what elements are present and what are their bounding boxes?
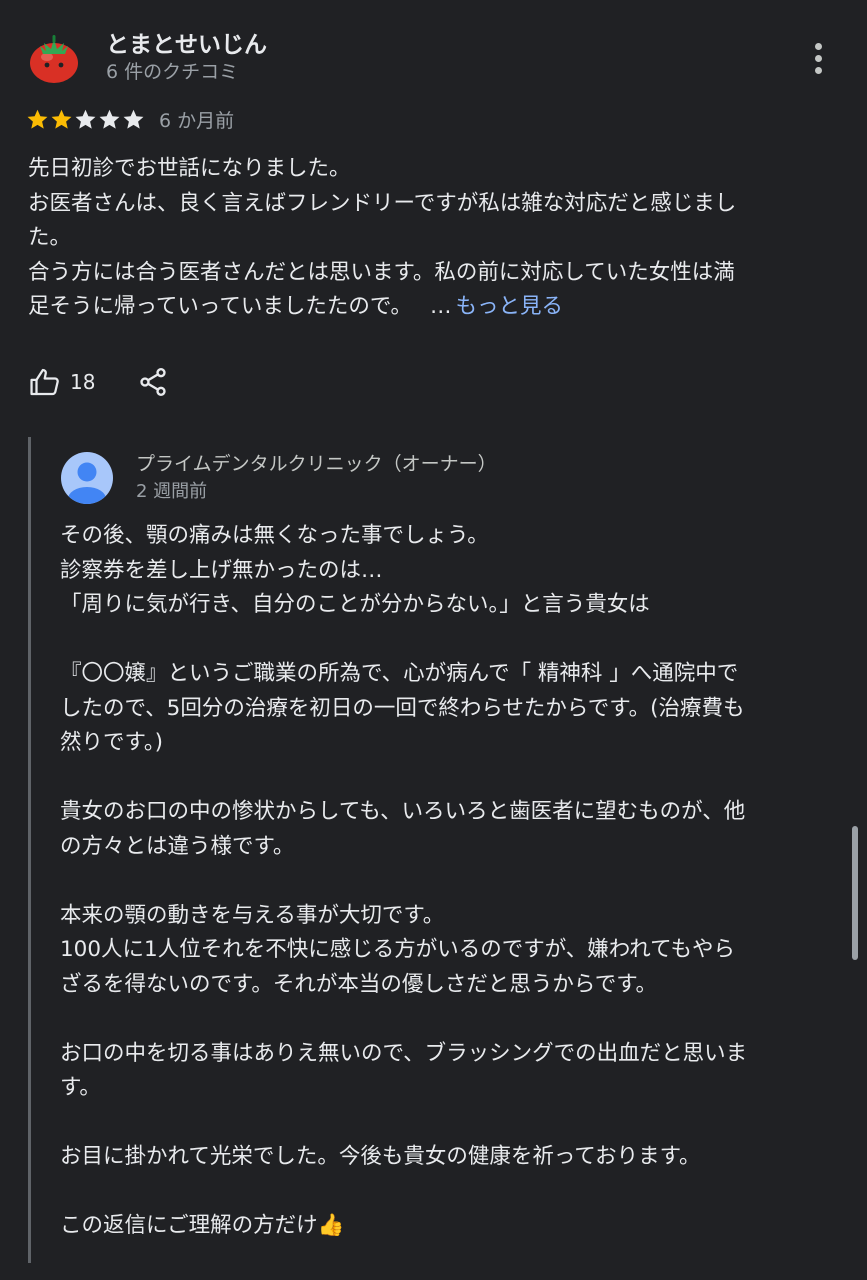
owner-reply-date: 2 週間前 [136, 481, 208, 502]
like-button[interactable]: 18 [28, 365, 95, 399]
reply-blank-line [60, 1175, 840, 1210]
owner-reply-name: プライムデンタルクリニック（オーナー） [136, 453, 497, 475]
reply-text-line: 貴女のお口の中の惨状からしても、いろいろと歯医者に望むものが、他 [60, 799, 746, 824]
reviewer-review-count[interactable]: 6 件のクチコミ [106, 59, 238, 85]
reviewer-name[interactable]: とまとせいじん [106, 30, 267, 60]
see-more-link[interactable]: もっと見る [456, 294, 564, 319]
star-filled-icon [27, 109, 48, 129]
review-text-line-last: 足そうに帰っていっていましたたので。 … もっと見る [28, 290, 840, 325]
reply-text-line: 診察券を差し上げ無かったのは… [60, 557, 383, 583]
review-date: 6 か月前 [159, 109, 235, 132]
reply-text-line: 100人に1人位それを不快に感じる方がいるのですが、嫌われてもやら [60, 937, 735, 962]
owner-reply-border [28, 437, 31, 1263]
share-icon[interactable] [137, 365, 169, 399]
scrollbar[interactable] [852, 826, 858, 960]
reply-text-line: 『〇〇嬢』というご職業の所為で、心が病んで「 精神科 」へ通院中で [60, 661, 739, 686]
star-empty-icon [99, 109, 120, 129]
star-filled-icon [51, 109, 72, 129]
reply-blank-line [60, 1002, 840, 1037]
review-text-line: 合う方には合う医者さんだとは思います。私の前に対応していた女性は満 [28, 259, 735, 285]
reply-text-line: 「周りに気が行き、自分のことが分からない。」と言う貴女は [60, 592, 650, 617]
reply-blank-line [60, 864, 840, 899]
star-rating [26, 108, 145, 131]
star-empty-icon [75, 109, 96, 129]
reply-blank-line [60, 761, 840, 796]
reply-text-line: お口の中を切る事はありえ無いので、ブラッシングでの出血だと思いま [60, 1040, 748, 1066]
reply-text-line: お目に掛かれて光栄でした。今後も貴女の健康を祈っております。 [60, 1144, 701, 1169]
reply-text-line: の方々とは違う様です。 [60, 833, 295, 859]
like-count: 18 [70, 370, 96, 394]
more-options-button[interactable] [800, 36, 836, 80]
review-text-line: お医者さんは、良く言えばフレンドリーですが私は雑な対応だと感じまし [28, 190, 737, 216]
default-user-avatar-icon [61, 452, 113, 504]
reply-text-line: ざるを得ないのです。それが本当の優しさだと思うからです。 [60, 971, 658, 997]
review-text-line: 足そうに帰っていっていましたたので。 [28, 294, 412, 319]
review-card: とまとせいじん 6 件のクチコミ 6 か月前 先日初診でお世話になりました。 お… [0, 0, 867, 1280]
reply-text-line: す。 [60, 1075, 101, 1100]
thumbs-up-icon [30, 368, 59, 396]
owner-reply-text: その後、顎の痛みは無くなった事でしょう。 診察券を差し上げ無かったのは… 「周りに気… [60, 519, 840, 1244]
review-text: 先日初診でお世話になりました。 お医者さんは、良く言えばフレンドリーですが私は雑… [28, 152, 840, 325]
reply-blank-line [60, 623, 840, 658]
more-vert-icon [814, 42, 822, 50]
review-text-line: た。 [28, 225, 72, 250]
reply-text-line: この返信にご理解の方だけ👍 [60, 1213, 345, 1238]
review-ellipsis: … [430, 294, 452, 319]
review-text-line: 先日初診でお世話になりました。 [28, 156, 351, 181]
reply-text-line: その後、顎の痛みは無くなった事でしょう。 [60, 523, 489, 548]
more-vert-icon-dot [814, 66, 822, 74]
rating-row: 6 か月前 [26, 104, 234, 134]
star-empty-icon [123, 109, 144, 129]
review-actions: 18 [28, 362, 169, 402]
reply-text-line: 然りです。) [60, 730, 163, 755]
tomato-avatar-icon[interactable] [26, 30, 82, 86]
more-vert-icon-dot [814, 54, 822, 62]
reply-text-line: したので、5回分の治療を初日の一回で終わらせたからです。(治療費も [60, 695, 745, 721]
reply-text-line: 本来の顎の動きを与える事が大切です。 [60, 902, 445, 928]
reply-blank-line [60, 1106, 840, 1141]
